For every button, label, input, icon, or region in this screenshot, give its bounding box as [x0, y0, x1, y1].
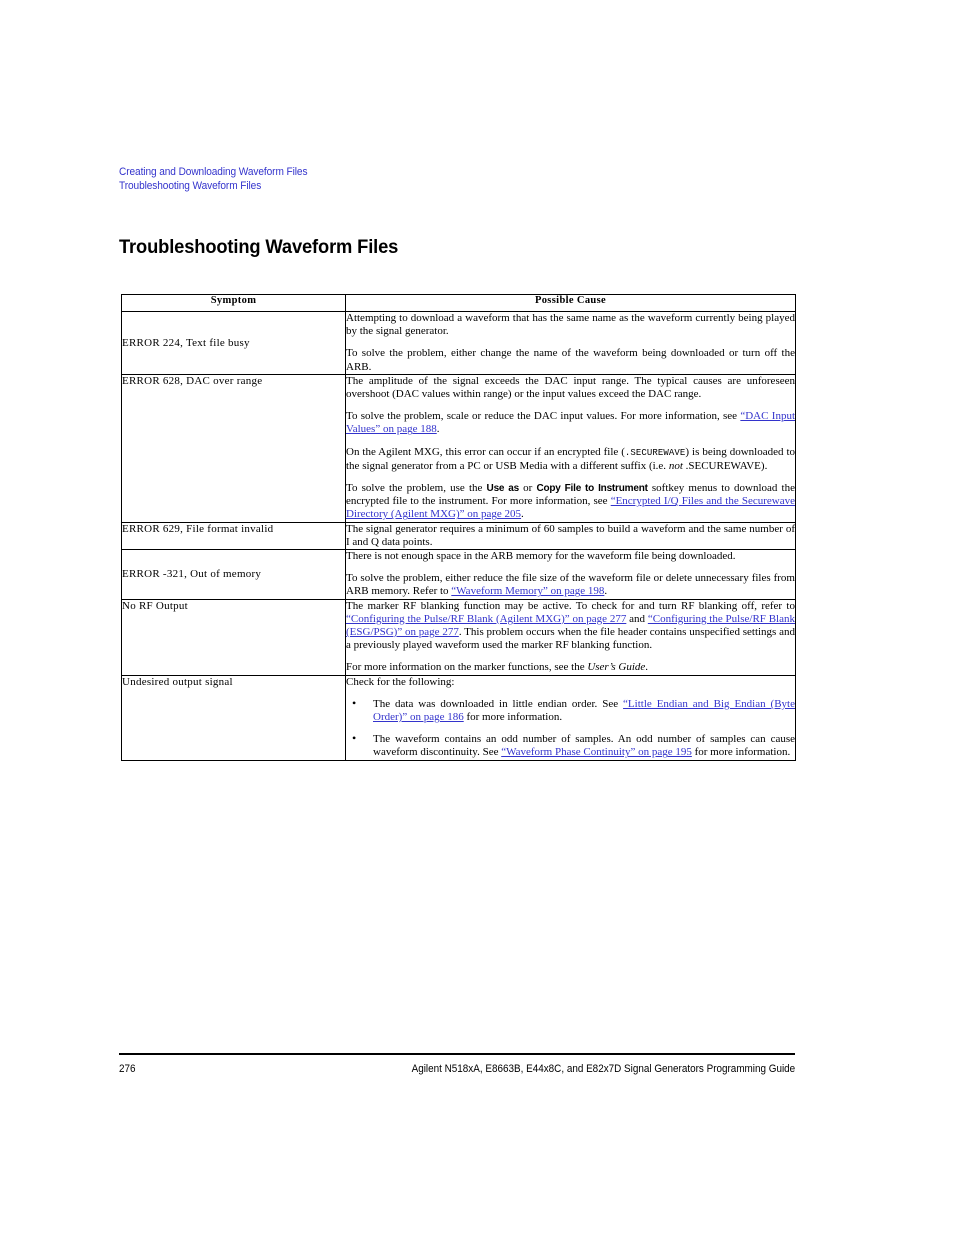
- possible-cause-cell: There is not enough space in the ARB mem…: [345, 549, 796, 600]
- breadcrumb-line-section: Troubleshooting Waveform Files: [119, 179, 262, 192]
- bullet-icon: •: [352, 731, 357, 746]
- body-text: Check for the following:: [346, 675, 455, 688]
- body-text: or: [519, 482, 537, 495]
- possible-cause-cell: The signal generator requires a minimum …: [345, 521, 796, 551]
- running-header-breadcrumb: Creating and Downloading Waveform Files …: [119, 166, 324, 193]
- cause-paragraph: To solve the problem, scale or reduce th…: [346, 410, 795, 436]
- body-text: for more information.: [691, 746, 791, 759]
- table-row: Undesired output signal Check for the fol…: [121, 674, 796, 761]
- possible-cause-cell: The amplitude of the signal exceeds the …: [345, 373, 796, 523]
- footer-page-number: 276: [119, 1063, 136, 1075]
- table-row: ERROR -321, Out of memory There is not en…: [121, 549, 796, 600]
- body-text: .: [645, 661, 649, 674]
- symptom-cell: ERROR 628, DAC over range: [121, 373, 346, 523]
- body-text: There is not enough space in the ARB mem…: [346, 550, 736, 563]
- table-row: No RF Output The marker RF blanking funct…: [121, 598, 796, 676]
- body-text: The marker RF blanking function may be a…: [346, 599, 795, 612]
- cause-paragraph: On the Agilent MXG, this error can occur…: [346, 446, 795, 473]
- cause-paragraph: To solve the problem, use the Use as or …: [346, 482, 795, 522]
- table-body: ERROR 224, Text file busy Attempting to d…: [121, 311, 796, 761]
- body-text: For more information on the marker funct…: [346, 661, 588, 674]
- emphasis-text: not: [668, 459, 683, 472]
- emphasis-text: User’s Guide: [587, 661, 646, 674]
- document-page: Creating and Downloading Waveform Files …: [0, 0, 954, 1235]
- column-header-symptom: Symptom: [121, 294, 346, 312]
- symptom-cell: No RF Output: [121, 598, 346, 676]
- cause-paragraph: Check for the following:: [346, 676, 795, 689]
- body-text: On the Agilent MXG, this error can occur…: [346, 445, 625, 458]
- bullet-icon: •: [352, 695, 357, 710]
- cause-paragraph: For more information on the marker funct…: [346, 661, 795, 674]
- body-text: .: [604, 585, 608, 598]
- troubleshooting-table-wrapper: Symptom Possible Cause ERROR 224, Text f…: [121, 294, 796, 761]
- body-text: The data was downloaded in little endian…: [373, 697, 624, 710]
- table-row: ERROR 629, File format invalid The signal…: [121, 521, 796, 551]
- symptom-cell: ERROR 224, Text file busy: [121, 311, 346, 375]
- page-title: Troubleshooting Waveform Files: [119, 236, 399, 258]
- symptom-text: ERROR 628, DAC over range: [122, 374, 263, 387]
- cross-reference-link[interactable]: “Waveform Phase Continuity” on page 195: [501, 746, 692, 758]
- cause-paragraph: The amplitude of the signal exceeds the …: [346, 375, 795, 401]
- body-text: for more information.: [463, 711, 563, 724]
- list-item: • The data was downloaded in little endia…: [346, 695, 795, 724]
- cross-reference-link[interactable]: “Waveform Memory” on page 198: [451, 585, 604, 597]
- cause-bullet-list: • The data was downloaded in little endia…: [346, 695, 795, 760]
- body-text: The signal generator requires a minimum …: [346, 522, 795, 548]
- symptom-text: ERROR 224, Text file busy: [122, 336, 250, 349]
- symptom-text: No RF Output: [122, 599, 188, 612]
- body-text: .: [521, 508, 524, 521]
- symptom-text: ERROR -321, Out of memory: [122, 568, 262, 581]
- file-extension-literal: .SECUREWAVE: [624, 447, 686, 458]
- column-header-possible-cause: Possible Cause: [345, 294, 796, 312]
- softkey-label: Use as: [486, 483, 520, 495]
- possible-cause-cell: The marker RF blanking function may be a…: [345, 598, 796, 676]
- table-header-row: Symptom Possible Cause: [121, 294, 796, 312]
- symptom-cell: ERROR -321, Out of memory: [121, 549, 346, 600]
- body-text: To solve the problem, use the: [346, 482, 487, 495]
- body-text: To solve the problem, scale or reduce th…: [346, 410, 741, 423]
- breadcrumb-line-chapter: Creating and Downloading Waveform Files: [119, 166, 308, 178]
- softkey-label: Copy File to Instrument: [536, 483, 648, 495]
- body-text: The amplitude of the signal exceeds the …: [346, 374, 795, 401]
- body-text: and: [626, 612, 648, 625]
- cause-paragraph: To solve the problem, either reduce the …: [346, 572, 795, 598]
- body-text: To solve the problem, either change the …: [346, 347, 795, 373]
- possible-cause-cell: Check for the following: • The data was do…: [345, 674, 796, 761]
- table-row: ERROR 628, DAC over range The amplitude o…: [121, 373, 796, 523]
- possible-cause-cell: Attempting to download a waveform that h…: [345, 311, 796, 375]
- body-text: Attempting to download a waveform that h…: [346, 312, 795, 338]
- troubleshooting-table: Symptom Possible Cause ERROR 224, Text f…: [121, 294, 796, 761]
- symptom-cell: ERROR 629, File format invalid: [121, 521, 346, 551]
- cause-paragraph: To solve the problem, either change the …: [346, 347, 795, 373]
- cause-paragraph: There is not enough space in the ARB mem…: [346, 550, 795, 563]
- symptom-text: ERROR 629, File format invalid: [122, 522, 274, 535]
- body-text: .: [436, 423, 440, 436]
- cross-reference-link[interactable]: “Configuring the Pulse/RF Blank (Agilent…: [346, 613, 626, 625]
- cause-paragraph: Attempting to download a waveform that h…: [346, 312, 795, 338]
- list-item: • The waveform contains an odd number of …: [346, 731, 795, 759]
- footer-document-title: Agilent N518xA, E8663B, E44x8C, and E82x…: [411, 1063, 795, 1075]
- cause-paragraph: The signal generator requires a minimum …: [346, 523, 795, 549]
- footer-divider: [119, 1053, 795, 1055]
- symptom-cell: Undesired output signal: [121, 674, 346, 761]
- table-header: Symptom Possible Cause: [121, 294, 796, 312]
- symptom-text: Undesired output signal: [122, 675, 233, 688]
- cause-paragraph: The marker RF blanking function may be a…: [346, 600, 795, 653]
- body-text: .SECUREWAVE).: [682, 459, 768, 472]
- table-row: ERROR 224, Text file busy Attempting to d…: [121, 311, 796, 375]
